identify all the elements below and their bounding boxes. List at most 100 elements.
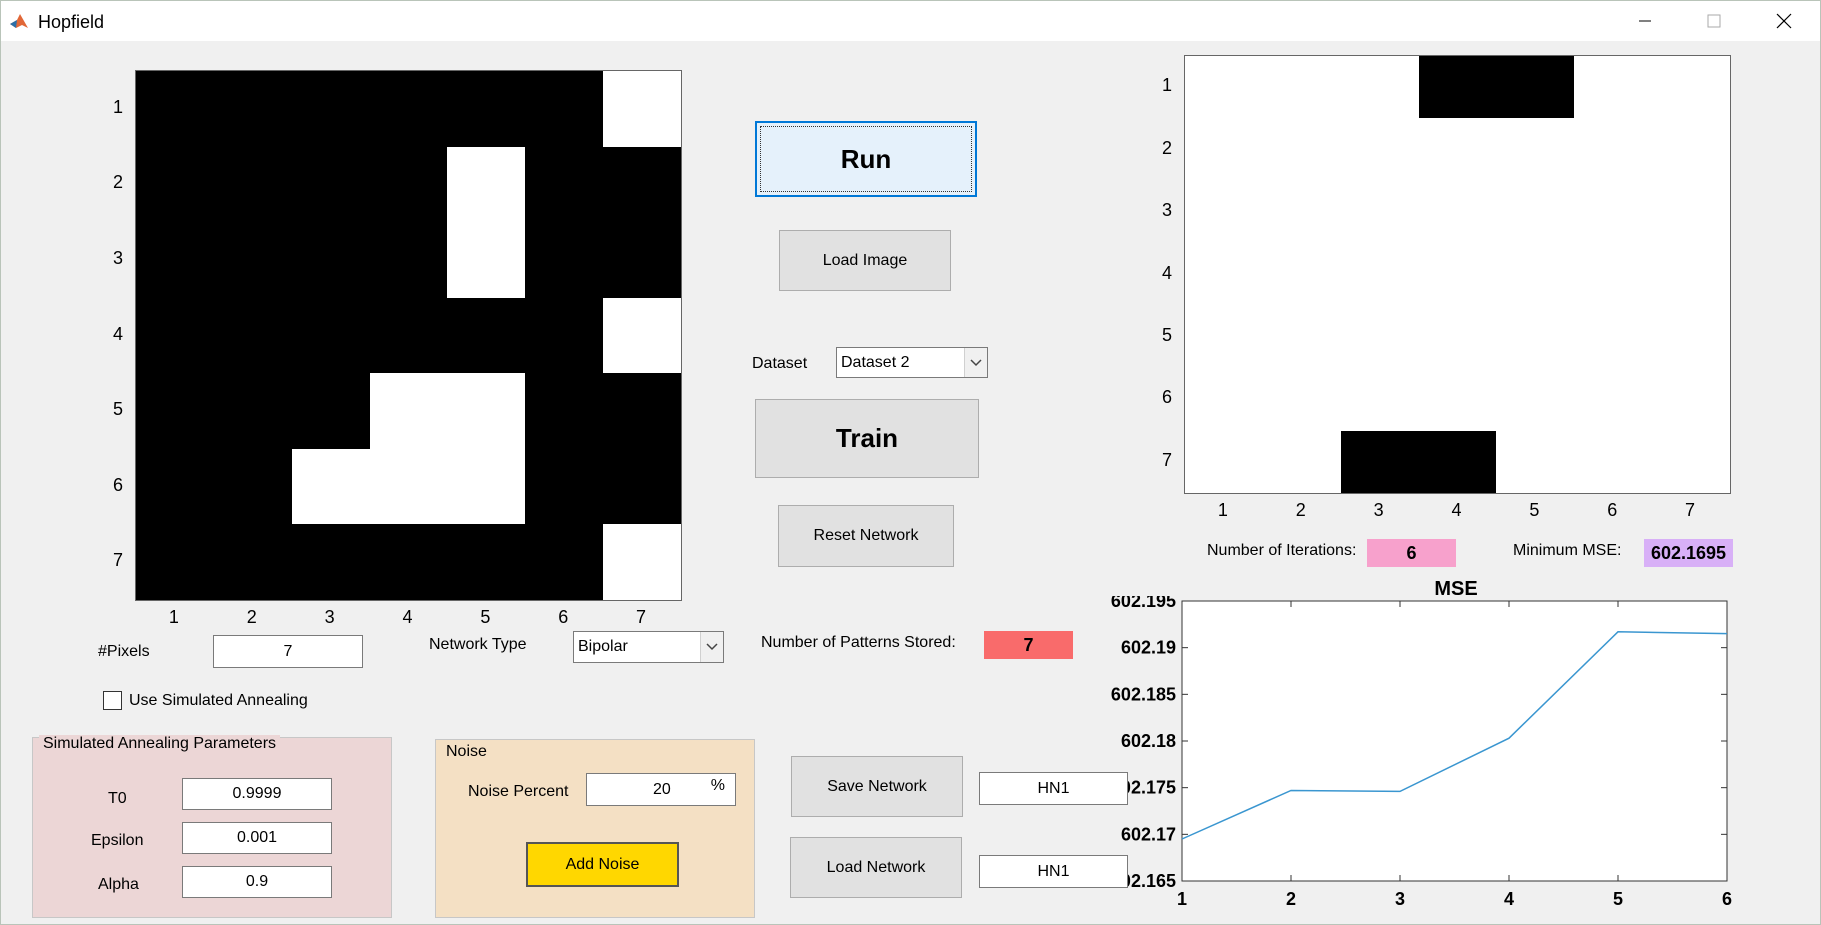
mse-x-tick-label: 4 (1504, 889, 1514, 909)
output-pixel (1340, 56, 1420, 119)
input-pixel (369, 71, 448, 148)
output-pixel (1418, 305, 1497, 369)
output-y-tick: 7 (1161, 449, 1172, 470)
matlab-icon (10, 14, 28, 28)
title-bar: Hopfield (1, 1, 1820, 41)
output-pixel (1185, 368, 1264, 432)
t0-input[interactable]: 0.9999 (182, 778, 332, 810)
network-type-dropdown[interactable]: Bipolar (573, 631, 724, 663)
minimize-icon (1639, 20, 1651, 22)
load-image-button[interactable]: Load Image (779, 230, 951, 291)
output-pixel (1185, 180, 1264, 244)
input-pixel (213, 373, 293, 450)
output-pixel (1185, 430, 1264, 494)
output-pixel (1262, 430, 1342, 494)
input-pixel (136, 524, 215, 601)
output-pixel (1418, 56, 1497, 119)
input-y-tick: 4 (112, 323, 123, 344)
reset-network-button[interactable]: Reset Network (778, 505, 954, 567)
output-y-tick: 3 (1161, 200, 1172, 221)
input-y-tick: 1 (112, 96, 123, 117)
input-pixel (213, 448, 293, 525)
input-pixel (447, 71, 526, 148)
alpha-label: Alpha (98, 876, 139, 893)
minimize-button[interactable] (1610, 1, 1680, 41)
output-pixel (1418, 243, 1497, 307)
network-type-value: Bipolar (578, 638, 628, 655)
output-pixel (1340, 243, 1420, 307)
mse-y-tick-label: 602.18 (1121, 731, 1176, 751)
output-pixel (1340, 180, 1420, 244)
input-pixel (213, 297, 293, 374)
alpha-input[interactable]: 0.9 (182, 866, 332, 898)
output-pixel (1262, 305, 1342, 369)
output-pixel (1496, 430, 1575, 494)
input-y-tick: 6 (112, 474, 123, 495)
mse-x-tick-label: 6 (1722, 889, 1732, 909)
input-x-tick: 5 (480, 607, 491, 627)
close-button[interactable] (1749, 1, 1819, 41)
sa-checkbox[interactable] (103, 691, 122, 710)
input-pixel (136, 71, 215, 148)
epsilon-input[interactable]: 0.001 (182, 822, 332, 854)
load-name-input[interactable]: HN1 (979, 855, 1128, 888)
run-button[interactable]: Run (755, 121, 977, 197)
input-pixel (603, 222, 682, 299)
noise-panel: Noise Noise Percent 20 % Add Noise (435, 739, 755, 918)
train-button[interactable]: Train (755, 399, 979, 478)
save-name-input[interactable]: HN1 (979, 772, 1128, 805)
output-pixel (1652, 430, 1731, 494)
input-pixel (291, 373, 371, 450)
input-pixel (369, 297, 448, 374)
input-x-tick: 6 (558, 607, 569, 627)
dataset-value: Dataset 2 (841, 353, 910, 371)
noise-percent-input[interactable]: 20 % (586, 773, 736, 806)
input-y-tick: 7 (112, 550, 123, 571)
input-pixel (447, 297, 526, 374)
load-network-button[interactable]: Load Network (790, 837, 962, 898)
output-y-tick: 2 (1161, 137, 1172, 158)
dataset-dropdown[interactable]: Dataset 2 (836, 347, 988, 378)
output-pixel (1496, 180, 1575, 244)
load-image-label: Load Image (822, 251, 908, 269)
input-y-tick: 2 (112, 172, 123, 193)
sa-checkbox-label: Use Simulated Annealing (129, 692, 308, 709)
input-pixel (213, 146, 293, 223)
input-pixel (447, 373, 526, 450)
chevron-down-icon (700, 632, 723, 662)
close-icon (1776, 13, 1792, 29)
output-pixel (1652, 305, 1731, 369)
input-pixel (291, 222, 371, 299)
output-x-tick: 5 (1529, 500, 1540, 520)
output-pixel (1574, 243, 1653, 307)
output-pixel (1574, 368, 1653, 432)
input-pixel (136, 448, 215, 525)
input-pixel (603, 448, 682, 525)
output-pixel (1340, 118, 1420, 182)
mse-y-tick-label: 602.17 (1121, 824, 1176, 844)
output-pixel (1496, 118, 1575, 182)
patterns-stored-value: 7 (984, 631, 1073, 659)
min-mse-label: Minimum MSE: (1513, 542, 1622, 559)
output-pixel (1185, 56, 1264, 119)
save-network-button[interactable]: Save Network (791, 756, 963, 817)
add-noise-button[interactable]: Add Noise (526, 842, 679, 887)
maximize-button[interactable] (1679, 1, 1749, 41)
network-type-label: Network Type (429, 636, 527, 653)
input-pixel (369, 146, 448, 223)
input-x-tick: 4 (402, 607, 413, 627)
sa-panel: Simulated Annealing Parameters T0 0.9999… (32, 735, 392, 918)
input-x-tick: 3 (324, 607, 335, 627)
pixels-input[interactable]: 7 (213, 635, 363, 668)
output-x-tick: 2 (1295, 500, 1306, 520)
output-pixel (1262, 243, 1342, 307)
input-y-tick: 3 (112, 247, 123, 268)
input-pixel (369, 524, 448, 601)
output-pixel (1652, 243, 1731, 307)
add-noise-label: Add Noise (565, 855, 640, 873)
input-pixel (447, 146, 526, 223)
output-pixel (1496, 305, 1575, 369)
input-pixel (291, 524, 371, 601)
input-pixel (447, 524, 526, 601)
output-pixel (1418, 118, 1497, 182)
